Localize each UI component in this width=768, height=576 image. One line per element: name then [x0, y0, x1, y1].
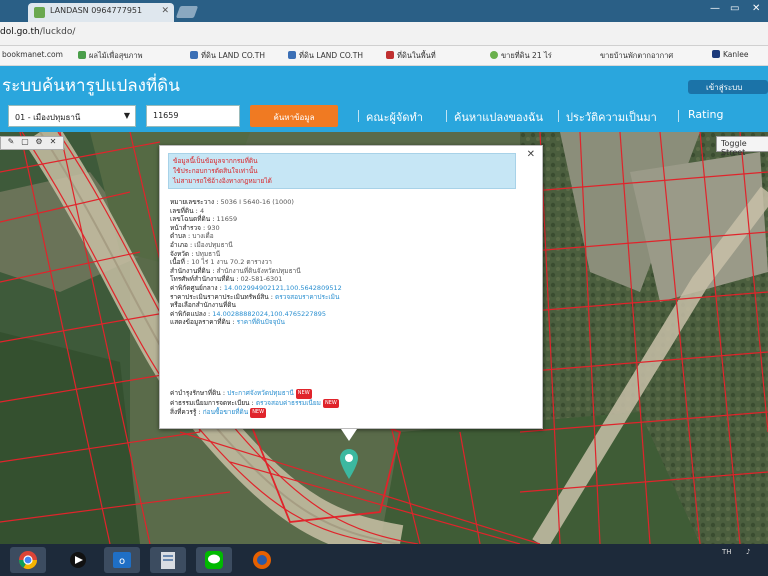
- bookmark-item[interactable]: ที่ดินในพื้นที่: [386, 50, 436, 62]
- browser-tab-active[interactable]: LANDASN 0964777951 ✕: [28, 3, 174, 22]
- field-row: หรือเลือกสำนักงานที่ดิน: [170, 301, 236, 310]
- warning-line: ข้อมูลนี้เป็นข้อมูลจากกรมที่ดิน: [173, 157, 258, 165]
- files-icon[interactable]: [150, 547, 186, 573]
- center-coordinate-link[interactable]: 14.002994902121,100.5642809512: [224, 284, 342, 292]
- link-row: ค่าบำรุงรักษาที่ดิน : ประกาศจังหวัดปทุมธ…: [170, 389, 312, 399]
- field-row: ค่าพิกัดศูนย์กลาง : 14.002994902121,100.…: [170, 283, 342, 292]
- browser-toolbar: dol.go.th/luckdo/: [0, 22, 768, 46]
- parcel-fields: หมายเลขระวาง : 5036 I 5640-16 (1000) เลข…: [170, 198, 530, 327]
- district-select[interactable]: 01 - เมืองปทุมธานี ▼: [8, 105, 136, 127]
- new-badge: NEW: [295, 389, 312, 399]
- speaker-icon[interactable]: ♪: [746, 548, 750, 556]
- media-icon[interactable]: [60, 547, 96, 573]
- search-button[interactable]: ค้นหาข้อมูล: [250, 105, 338, 127]
- bookmark-item[interactable]: Kanlee: [712, 50, 748, 59]
- windows-taskbar: o TH ♪: [0, 544, 768, 576]
- field-row: ตำบล : บางเดื่อ: [170, 232, 214, 241]
- nav-divider: [678, 110, 679, 122]
- bookmark-item[interactable]: bookmanet.com: [2, 50, 63, 59]
- browser-tabstrip: LANDASN 0964777951 ✕ — ▭ ✕: [0, 0, 768, 22]
- land-price-link[interactable]: ราคาที่ดินปัจจุบัน: [237, 318, 285, 326]
- parcel-info-popup: ✕ ข้อมูลนี้เป็นข้อมูลจากกรมที่ดิน ใช้ประ…: [159, 145, 543, 429]
- parcel-number-input[interactable]: 11659: [146, 105, 240, 127]
- clear-icon[interactable]: ✕: [46, 137, 60, 146]
- svg-text:o: o: [119, 556, 125, 567]
- app-title: ระบบค้นหารูปแปลงที่ดิน: [2, 76, 180, 96]
- field-row: ราคาประเมินราคาประเมินทรัพย์สิน : ตรวจสอ…: [170, 292, 340, 301]
- gear-icon[interactable]: ⚙: [32, 137, 46, 146]
- nav-item-team[interactable]: คณะผู้จัดทำ: [366, 108, 423, 126]
- popup-pointer: [341, 429, 357, 441]
- field-row: จังหวัด : ปทุมธานี: [170, 249, 221, 258]
- line-icon[interactable]: [196, 547, 232, 573]
- url-host: dol.go.th: [0, 27, 40, 37]
- bookmarks-bar: bookmanet.com ผลไม้เพื่อสุขภาพ ที่ดิน LA…: [0, 46, 768, 66]
- link-row: สิ่งที่ควรรู้ : ก่อนซื้อขายที่ดิน NEW: [170, 408, 267, 418]
- new-tab-button[interactable]: [175, 6, 199, 18]
- nav-item-rating[interactable]: Rating: [688, 108, 723, 121]
- app-header: ระบบค้นหารูปแปลงที่ดิน เข้าสู่ระบบ: [0, 66, 768, 100]
- square-tool-icon[interactable]: ▢: [18, 137, 32, 146]
- field-row: หมายเลขระวาง : 5036 I 5640-16 (1000): [170, 198, 294, 206]
- nav-item-history[interactable]: ประวัติความเป็นมา: [566, 108, 657, 126]
- fee-link[interactable]: ตรวจสอบค่าธรรมเนียม: [256, 399, 321, 407]
- nav-divider: [446, 110, 447, 122]
- field-row: อำเภอ : เมืองปทุมธานี: [170, 240, 233, 249]
- new-badge: NEW: [322, 398, 339, 408]
- login-button[interactable]: เข้าสู่ระบบ: [688, 80, 768, 94]
- chrome-icon[interactable]: [10, 547, 46, 573]
- tips-link[interactable]: ก่อนซื้อขายที่ดิน: [203, 408, 248, 416]
- warning-line: ไม่สามารถใช้อ้างอิงทางกฎหมายได้: [173, 177, 272, 185]
- announcement-link[interactable]: ประกาศจังหวัดปทุมธานี: [227, 389, 294, 397]
- field-row: เลขที่ดิน : 4: [170, 206, 205, 215]
- toggle-street-button[interactable]: Toggle Street: [716, 136, 768, 157]
- bookmark-item[interactable]: ที่ดิน LAND CO.TH: [190, 50, 265, 62]
- firefox-icon[interactable]: [244, 547, 280, 573]
- outlook-icon[interactable]: o: [104, 547, 140, 573]
- bookmark-item[interactable]: ขายบ้านพักตากอากาศ: [600, 50, 673, 62]
- map-toolbar: ✎ ▢ ⚙ ✕: [0, 136, 64, 150]
- address-bar[interactable]: dol.go.th/luckdo/: [0, 27, 75, 37]
- map-pin-icon[interactable]: [340, 449, 358, 479]
- field-row: เนื้อที่ : 10 ไร่ 1 งาน 70.2 ตารางวา: [170, 258, 272, 267]
- nav-divider: [558, 110, 559, 122]
- popup-links: ค่าบำรุงรักษาที่ดิน : ประกาศจังหวัดปทุมธ…: [170, 389, 530, 418]
- district-select-value: 01 - เมืองปทุมธานี: [15, 113, 81, 122]
- tab-favicon-icon: [34, 7, 45, 18]
- minimize-icon[interactable]: —: [710, 3, 720, 14]
- close-icon[interactable]: ✕: [527, 149, 535, 160]
- field-row: แสดงข้อมูลราคาที่ดิน : ราคาที่ดินปัจจุบั…: [170, 318, 285, 327]
- url-path: /luckdo/: [39, 27, 76, 37]
- field-row: โทรศัพท์สำนักงานที่ดิน : 02-581-6301: [170, 275, 283, 284]
- field-row: เลขโฉนดที่ดิน : 11659: [170, 215, 238, 224]
- warning-line: ใช้ประกอบการตัดสินใจเท่านั้น: [173, 167, 258, 175]
- bookmark-item[interactable]: ที่ดิน LAND CO.TH: [288, 50, 363, 62]
- close-tab-icon[interactable]: ✕: [161, 6, 169, 16]
- link-row: ค่าธรรมเนียมการจดทะเบียน : ตรวจสอบค่าธรร…: [170, 398, 339, 408]
- warning-box: ข้อมูลนี้เป็นข้อมูลจากกรมที่ดิน ใช้ประกอ…: [168, 153, 516, 189]
- appraisal-link[interactable]: ตรวจสอบราคาประเมิน: [275, 293, 339, 301]
- tray-language[interactable]: TH: [722, 548, 732, 556]
- bookmark-item[interactable]: ผลไม้เพื่อสุขภาพ: [78, 50, 143, 62]
- close-window-icon[interactable]: ✕: [752, 3, 760, 14]
- maximize-icon[interactable]: ▭: [730, 3, 739, 14]
- new-badge: NEW: [250, 408, 267, 418]
- search-nav-row: 01 - เมืองปทุมธานี ▼ 11659 ค้นหาข้อมูล ค…: [0, 100, 768, 132]
- field-row: หน้าสำรวจ : 930: [170, 223, 220, 232]
- nav-item-my-parcel[interactable]: ค้นหาแปลงของฉัน: [454, 108, 543, 126]
- nav-divider: [358, 110, 359, 122]
- parcel-coordinate-link[interactable]: 14.00288882024,100.4765227895: [212, 310, 326, 318]
- bookmark-item[interactable]: ขายที่ดิน 21 ไร่: [490, 50, 552, 62]
- tab-title: LANDASN 0964777951: [50, 6, 143, 15]
- chevron-down-icon: ▼: [123, 111, 130, 120]
- draw-line-icon[interactable]: ✎: [4, 137, 18, 146]
